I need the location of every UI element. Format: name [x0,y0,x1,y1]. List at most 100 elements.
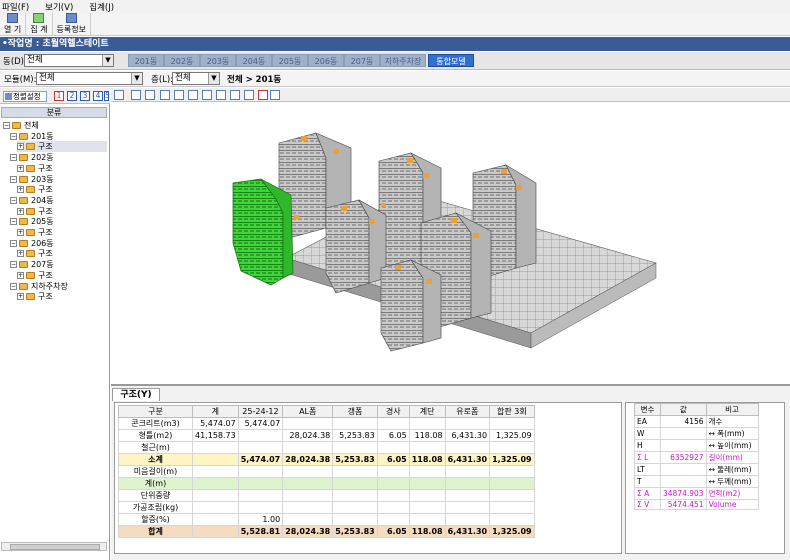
table-cell[interactable] [282,489,334,502]
column-header[interactable]: 갱폼 [332,405,378,418]
table-cell[interactable] [282,477,334,490]
table-cell[interactable] [376,489,410,502]
row-label[interactable]: 합계 [118,525,193,538]
collapse-icon[interactable]: − [10,175,17,183]
table-cell[interactable] [237,501,284,514]
table-cell[interactable] [192,513,239,526]
tree-item[interactable]: + 구조 [17,270,107,281]
table-cell[interactable] [192,465,239,478]
table-cell[interactable]: 5,253.83 [332,429,378,442]
table-cell[interactable] [408,417,446,430]
table-cell[interactable] [332,513,378,526]
expand-icon[interactable]: + [17,293,24,301]
row-label[interactable]: 단위중량 [118,489,193,502]
tree-item[interactable]: − 201동 [10,131,107,142]
table-row[interactable]: 계(m) [118,477,535,490]
table-row[interactable]: 가공조립(kg) [118,501,535,514]
table-cell[interactable] [282,417,334,430]
table-cell[interactable] [408,501,446,514]
table-cell[interactable] [192,477,239,490]
table-cell[interactable]: 6,431.30 [444,453,491,466]
tree-item[interactable]: − 204동 [10,195,107,206]
level-3-button[interactable]: 3 [80,91,90,101]
table-cell[interactable]: 1,325.09 [489,453,535,466]
table-cell[interactable] [332,501,378,514]
expand-icon[interactable]: + [17,229,24,236]
tree-item[interactable]: − 202동 [10,152,107,163]
tab-building-8[interactable]: 통합모델 [428,54,474,67]
table-cell[interactable]: 6.05 [376,525,410,538]
scrollbar-thumb[interactable] [10,544,100,550]
table-cell[interactable] [444,501,491,514]
tab-structure[interactable]: 구조(Y) [112,388,160,401]
tree-item[interactable]: − 203동 [10,174,107,185]
menu-view[interactable]: 보기(V) [45,1,73,13]
table-cell[interactable]: 28,024.38 [282,453,334,466]
measure-icon[interactable] [270,90,280,100]
tree-scrollbar[interactable] [1,542,107,551]
tree-item[interactable]: + 구조 [17,227,107,238]
table-row[interactable]: 미음걸이(m) [118,465,535,478]
cube-front-icon[interactable] [160,90,170,100]
column-header[interactable]: 구분 [118,405,193,418]
cube-iso-icon[interactable] [244,90,254,100]
table-cell[interactable] [489,489,535,502]
table-cell[interactable] [282,441,334,454]
table-cell[interactable] [192,441,239,454]
tab-building-2[interactable]: 203동 [200,54,236,67]
table-cell[interactable] [282,465,334,478]
table-cell[interactable]: 118.08 [408,525,446,538]
tree-item[interactable]: + 구조 [17,163,107,174]
table-cell[interactable]: 28,024.38 [282,429,334,442]
table-cell[interactable]: 41,158.73 [192,429,239,442]
menu-file[interactable]: 파일(F) [2,1,29,13]
table-row[interactable]: 합계 5,528.81 28,024.38 5,253.83 6.05 118.08 6,4… [118,525,535,538]
variable-row[interactable]: EA 4156 개수 [634,415,759,428]
column-header[interactable]: 계 [192,405,239,418]
table-cell[interactable] [376,477,410,490]
table-cell[interactable] [376,441,410,454]
table-cell[interactable] [489,477,535,490]
table-cell[interactable]: 6.05 [376,429,410,442]
expand-icon[interactable]: + [17,143,24,151]
expand-icon[interactable]: + [17,186,24,194]
collapse-icon[interactable]: − [10,196,17,204]
table-cell[interactable] [376,501,410,514]
tree-item[interactable]: + 구조 [17,248,107,259]
module-select[interactable]: 전체 ▼ [36,72,143,85]
tab-building-5[interactable]: 206동 [308,54,344,67]
level-4-button[interactable]: 4 [93,91,103,101]
table-cell[interactable] [444,441,491,454]
table-cell[interactable] [376,465,410,478]
row-label[interactable]: 가공조립(kg) [118,501,193,514]
tab-building-3[interactable]: 204동 [236,54,272,67]
table-cell[interactable] [489,465,535,478]
tab-building-0[interactable]: 201동 [128,54,164,67]
chevron-down-icon[interactable]: ▼ [208,73,219,84]
collapse-icon[interactable]: − [10,218,17,226]
tab-building-4[interactable]: 205동 [272,54,308,67]
tree-item[interactable]: + 구조 [17,141,107,153]
column-header[interactable]: 계단 [408,405,446,418]
row-label[interactable]: 미음걸이(m) [118,465,193,478]
view-home-icon[interactable] [114,90,124,100]
expand-icon[interactable]: + [17,164,24,172]
column-header[interactable]: 합판 3회 [489,405,535,418]
table-cell[interactable]: 5,474.07 [237,453,284,466]
table-cell[interactable] [192,489,239,502]
table-cell[interactable]: 1,325.09 [489,525,535,538]
table-cell[interactable] [376,513,410,526]
table-cell[interactable]: 1.00 [237,513,284,526]
visibility-icon[interactable] [131,90,141,100]
floor-select[interactable]: 전체 ▼ [172,72,220,85]
table-cell[interactable]: 5,528.81 [237,525,284,538]
table-cell[interactable] [408,441,446,454]
table-cell[interactable] [282,501,334,514]
table-row[interactable]: 철근(m) [118,441,535,454]
table-cell[interactable] [489,417,535,430]
table-cell[interactable] [408,489,446,502]
tree-item[interactable]: − 지하주차장 [10,281,107,292]
variable-row[interactable]: LT ↔ 둘레(mm) [634,463,759,476]
expand-icon[interactable]: + [17,250,24,258]
column-header[interactable]: 25-24-12 [237,405,284,418]
